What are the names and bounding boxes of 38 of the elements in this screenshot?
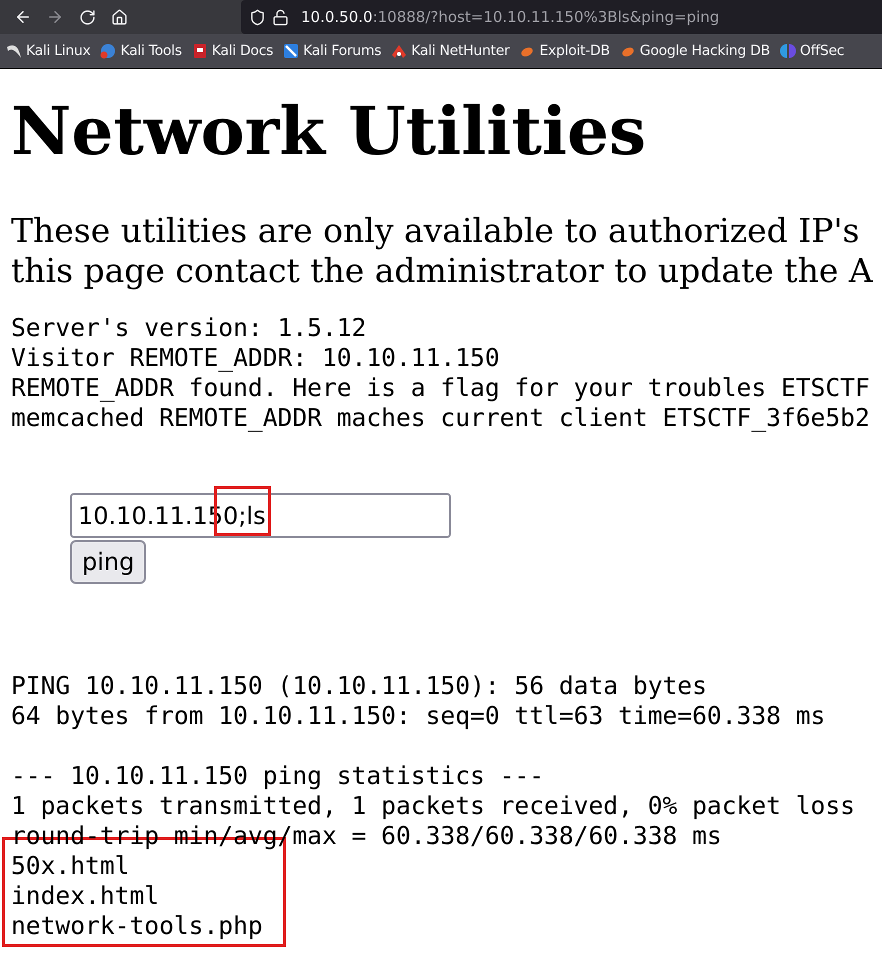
bookmark[interactable]: Exploit-DB — [519, 43, 610, 59]
back-icon — [14, 8, 32, 26]
output-line: PING 10.10.11.150 (10.10.11.150): 56 data bytes — [11, 671, 708, 701]
reload-icon — [78, 8, 96, 26]
offsec-icon — [780, 43, 796, 59]
url-path: :10888/?host=10.10.11.150%3Bls&ping=ping — [372, 8, 720, 26]
forum-icon — [283, 43, 300, 59]
url-host: 10.0.50.0 — [301, 8, 373, 26]
insecure-lock-icon — [272, 8, 289, 26]
globe-icon — [100, 43, 116, 59]
output-line: 50x.html — [11, 851, 130, 881]
bookmark[interactable]: Kali Tools — [100, 43, 182, 59]
bookmark[interactable]: Kali Linux — [6, 43, 90, 59]
info-line: memcached REMOTE_ADDR maches current client ETSCTF_3f6e5b2 — [11, 403, 871, 433]
bookmark[interactable]: Kali Forums — [283, 43, 382, 59]
ping-button[interactable]: ping — [70, 540, 146, 584]
address-bar[interactable]: 10.0.50.0:10888/?host=10.10.11.150%3Bls&ping=ping — [241, 0, 882, 34]
shield-icon — [249, 8, 266, 26]
bookmark[interactable]: Kali NetHunter — [391, 43, 510, 59]
forward-icon — [46, 8, 64, 26]
output-line: network-tools.php — [11, 911, 264, 941]
intro-text: this page contact the administrator to update the A — [11, 251, 874, 291]
home-icon — [110, 8, 128, 26]
nethunter-icon — [391, 43, 408, 59]
bookmark[interactable]: Google Hacking DB — [620, 43, 770, 59]
info-line: REMOTE_ADDR found. Here is a flag for your troubles ETSCTF — [11, 373, 871, 403]
bookmark[interactable]: Kali Docs — [192, 43, 274, 59]
dragon-icon — [6, 43, 22, 59]
output-line: --- 10.10.11.150 ping statistics --- — [11, 761, 546, 791]
page-title: Network Utilities — [11, 91, 648, 171]
info-line: Visitor REMOTE_ADDR: 10.10.11.150 — [11, 343, 501, 373]
info-line: Server's version: 1.5.12 — [11, 313, 368, 343]
output-line: 1 packets transmitted, 1 packets received, 0% packet loss — [11, 791, 856, 821]
intro-text: These utilities are only available to authorized IP's — [11, 211, 860, 251]
book-icon — [192, 43, 208, 59]
output-line: 64 bytes from 10.10.11.150: seq=0 ttl=63 time=60.338 ms — [11, 701, 826, 731]
output-line: index.html — [11, 881, 160, 911]
bookmark[interactable]: OffSec — [780, 43, 844, 59]
